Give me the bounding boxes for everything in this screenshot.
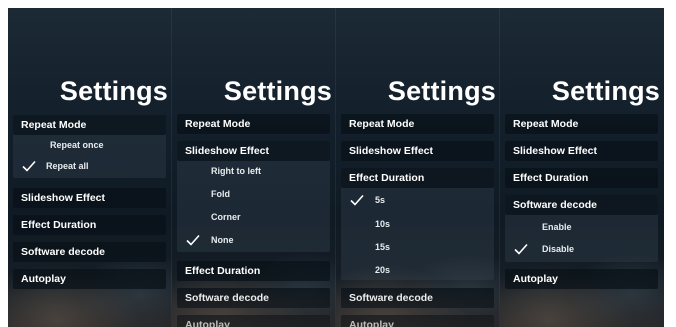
menu-item-repeat-mode[interactable]: Repeat Mode [341,114,494,134]
option-repeat-all[interactable]: Repeat all [46,158,89,174]
menu-item-autoplay[interactable]: Autoplay [13,269,166,289]
software-decode-group: Software decode Enable Disable [505,195,658,262]
checkmark-icon [514,243,528,255]
menu-item-slideshow-effect[interactable]: Slideshow Effect [341,141,494,161]
page-title: Settings [387,76,496,106]
menu-item-slideshow-effect[interactable]: Slideshow Effect [13,188,166,208]
settings-panel-repeat-mode: Settings Repeat Mode Repeat once Repeat … [8,8,172,327]
menu-item-software-decode[interactable]: Software decode [341,288,494,308]
settings-panel-slideshow-effect: Settings Repeat Mode Slideshow Effect Ri… [172,8,336,327]
menu-item-repeat-mode[interactable]: Repeat Mode [13,115,166,135]
slideshow-effect-group: Slideshow Effect Right to left Fold Corn… [177,141,330,252]
menu-item-slideshow-effect[interactable]: Slideshow Effect [177,141,330,161]
repeat-mode-group: Repeat Mode Repeat once Repeat all [13,115,166,178]
option-10s[interactable]: 10s [375,216,390,232]
effect-duration-group: Effect Duration 5s 10s 15s 20s [341,168,494,280]
settings-panel-software-decode: Settings Repeat Mode Slideshow Effect Ef… [500,8,664,327]
page-title: Settings [223,76,332,106]
option-20s[interactable]: 20s [375,262,390,278]
menu-item-software-decode[interactable]: Software decode [177,288,330,308]
menu-item-slideshow-effect[interactable]: Slideshow Effect [505,141,658,161]
menu-item-autoplay[interactable]: Autoplay [341,315,494,327]
option-repeat-once[interactable]: Repeat once [50,137,104,153]
checkmark-icon [22,160,36,172]
menu-item-effect-duration[interactable]: Effect Duration [341,168,494,188]
checkmark-icon [186,234,200,246]
menu-item-repeat-mode[interactable]: Repeat Mode [177,114,330,134]
settings-screens: Settings Repeat Mode Repeat once Repeat … [8,8,664,327]
page-title: Settings [551,76,660,106]
option-5s[interactable]: 5s [375,192,385,208]
page-title: Settings [59,76,168,106]
option-right-to-left[interactable]: Right to left [211,163,261,179]
menu-item-effect-duration[interactable]: Effect Duration [13,215,166,235]
option-corner[interactable]: Corner [211,209,241,225]
menu-item-effect-duration[interactable]: Effect Duration [505,168,658,188]
option-15s[interactable]: 15s [375,239,390,255]
option-enable[interactable]: Enable [542,219,572,235]
menu-item-autoplay[interactable]: Autoplay [505,269,658,289]
menu-item-software-decode[interactable]: Software decode [505,195,658,215]
option-fold[interactable]: Fold [211,186,230,202]
menu-item-repeat-mode[interactable]: Repeat Mode [505,114,658,134]
option-disable[interactable]: Disable [542,241,574,257]
checkmark-icon [350,194,364,206]
menu-item-autoplay[interactable]: Autoplay [177,315,330,327]
settings-panel-effect-duration: Settings Repeat Mode Slideshow Effect Ef… [336,8,500,327]
menu-item-software-decode[interactable]: Software decode [13,242,166,262]
menu-item-effect-duration[interactable]: Effect Duration [177,261,330,281]
option-none[interactable]: None [211,232,234,248]
